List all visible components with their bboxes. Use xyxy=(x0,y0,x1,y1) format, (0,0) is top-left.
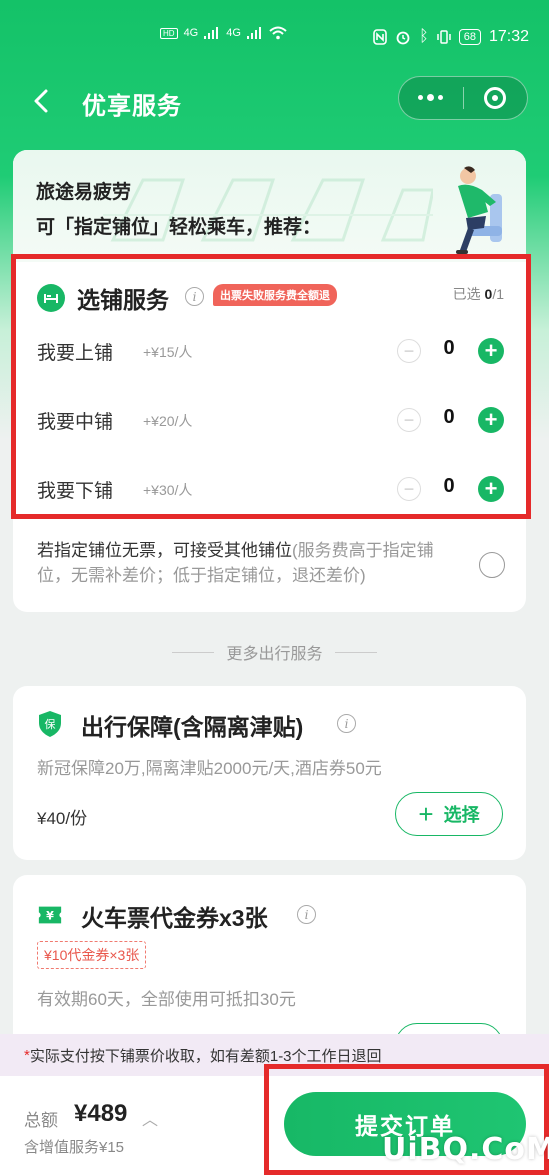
selected-total: /1 xyxy=(492,286,504,302)
miniprogram-capsule xyxy=(398,76,528,120)
increase-button[interactable]: + xyxy=(478,338,504,364)
ticket-icon: ¥ xyxy=(37,901,63,929)
signal-icon xyxy=(246,27,261,39)
alarm-icon xyxy=(396,31,410,45)
accept-main-text: 若指定铺位无票，可接受其他铺位 xyxy=(37,541,292,560)
more-services-divider: 更多出行服务 xyxy=(0,640,549,664)
network-label: 4G xyxy=(183,27,199,39)
berth-count: 0 xyxy=(443,337,455,359)
status-bar: HD 4G 4G ᛒ 68 17:32 xyxy=(0,0,549,70)
watermark: UiBQ.CoM xyxy=(382,1132,549,1167)
shield-icon-text: 保 xyxy=(45,717,56,731)
status-right: ᛒ 68 17:32 xyxy=(373,28,529,46)
back-button[interactable] xyxy=(28,86,56,116)
page-title: 优享服务 xyxy=(82,93,182,120)
insurance-price: ¥40/份 xyxy=(37,809,88,828)
ticket-icon-text: ¥ xyxy=(46,910,54,923)
insurance-description: 新冠保障20万,隔离津贴2000元/天,酒店券50元 xyxy=(37,759,382,778)
status-left: HD 4G 4G xyxy=(160,26,287,40)
berth-row-lower: 我要下铺 +¥30/人 − 0 + xyxy=(13,470,526,510)
insurance-card: 保 出行保障(含隔离津贴) i 新冠保障20万,隔离津贴2000元/天,酒店券5… xyxy=(13,686,526,860)
coupon-tag: ¥10代金券×3张 xyxy=(37,941,147,969)
info-icon[interactable]: i xyxy=(337,714,356,733)
coupon-title: 火车票代金券x3张 xyxy=(81,905,268,931)
payment-notice: * 实际支付按下铺票价收取，如有差额1-3个工作日退回 xyxy=(0,1034,549,1076)
total-price: ¥489 xyxy=(74,1100,128,1127)
berth-row-middle: 我要中铺 +¥20/人 − 0 + xyxy=(13,401,526,441)
decrease-button[interactable]: − xyxy=(397,477,421,501)
increase-button[interactable]: + xyxy=(478,407,504,433)
berth-service-title: 选铺服务 xyxy=(77,287,169,313)
nfc-icon xyxy=(373,29,387,45)
select-label: 选择 xyxy=(443,805,480,825)
berth-selection-panel: 选铺服务 i 出票失败服务费全额退 已选 0/1 我要上铺 +¥15/人 − 0… xyxy=(13,262,526,518)
plus-icon: + xyxy=(418,799,434,829)
berth-price: +¥20/人 xyxy=(143,413,193,429)
vibrate-icon xyxy=(436,30,451,44)
chevron-left-icon xyxy=(34,89,48,113)
berth-price: +¥15/人 xyxy=(143,344,193,360)
berth-count: 0 xyxy=(443,475,455,497)
battery-icon: 68 xyxy=(458,29,481,45)
berth-service-card: 旅途易疲劳 可「指定铺位」轻松乘车，推荐： 选铺服务 i 出票失败服务费全额退 … xyxy=(13,150,526,612)
divider-line xyxy=(172,651,215,653)
more-dots-icon xyxy=(418,94,444,101)
insurance-title: 出行保障(含隔离津贴) xyxy=(81,714,304,740)
close-miniprogram-button[interactable] xyxy=(464,76,528,120)
berth-name: 我要下铺 xyxy=(37,481,114,502)
increase-button[interactable]: + xyxy=(478,476,504,502)
chevron-up-icon[interactable]: ︿ xyxy=(142,1106,158,1130)
intro-subline: 可「指定铺位」轻松乘车，推荐： xyxy=(36,217,322,238)
accept-other-berth-text: 若指定铺位无票，可接受其他铺位(服务费高于指定铺位，无需补差价；低于指定铺位，退… xyxy=(37,538,447,588)
notice-text: 实际支付按下铺票价收取，如有差额1-3个工作日退回 xyxy=(29,1047,382,1065)
target-circle-icon xyxy=(484,87,507,109)
refund-badge: 出票失败服务费全额退 xyxy=(213,284,337,306)
intro-headline: 旅途易疲劳 xyxy=(36,182,132,203)
total-label: 总额 xyxy=(24,1111,58,1130)
info-icon[interactable]: i xyxy=(185,287,204,306)
divider-line xyxy=(334,651,377,653)
selected-label: 已选 xyxy=(452,286,481,302)
berth-count: 0 xyxy=(443,406,455,428)
berth-price: +¥30/人 xyxy=(143,482,193,498)
decrease-button[interactable]: − xyxy=(397,339,421,363)
more-menu-button[interactable] xyxy=(399,76,463,120)
insurance-select-button[interactable]: + 选择 xyxy=(395,792,503,836)
hd-icon: HD xyxy=(160,27,178,39)
seated-person-illustration xyxy=(456,166,502,254)
network-label-2: 4G xyxy=(226,27,241,39)
selected-counter: 已选 0/1 xyxy=(453,284,504,304)
berth-name: 我要上铺 xyxy=(37,343,114,364)
wifi-icon xyxy=(269,26,287,40)
decrease-button[interactable]: − xyxy=(397,408,421,432)
info-icon[interactable]: i xyxy=(297,905,316,924)
clock-time: 17:32 xyxy=(488,28,529,45)
signal-icon xyxy=(204,27,219,39)
berth-row-upper: 我要上铺 +¥15/人 − 0 + xyxy=(13,332,526,372)
addon-service-fee: 含增值服务¥15 xyxy=(24,1139,125,1156)
accept-other-berth-radio[interactable] xyxy=(479,552,505,578)
bed-icon xyxy=(37,284,65,312)
bluetooth-icon: ᛒ xyxy=(419,28,429,45)
more-services-label: 更多出行服务 xyxy=(226,646,323,663)
coupon-description: 有效期60天，全部使用可抵扣30元 xyxy=(37,990,296,1009)
intro-banner: 旅途易疲劳 可「指定铺位」轻松乘车，推荐： xyxy=(13,150,526,265)
berth-name: 我要中铺 xyxy=(37,412,114,433)
shield-icon: 保 xyxy=(37,710,63,738)
